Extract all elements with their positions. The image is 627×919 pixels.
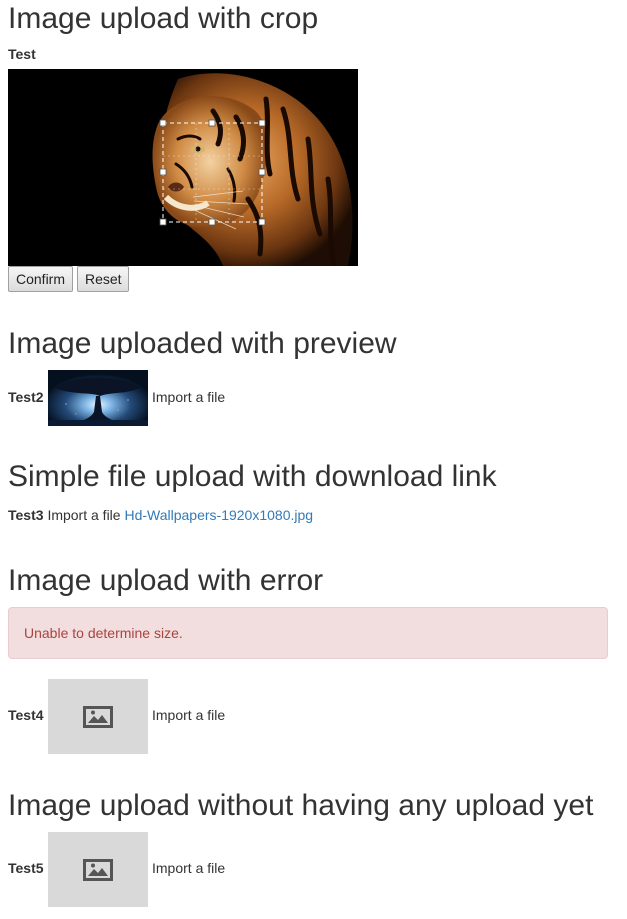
field-label-test4: Test4 <box>8 707 44 723</box>
download-link[interactable]: Hd-Wallpapers-1920x1080.jpg <box>124 507 313 523</box>
section-title-no-upload: Image upload without having any upload y… <box>8 789 594 822</box>
confirm-button[interactable]: Confirm <box>8 266 73 292</box>
image-placeholder-icon <box>83 858 113 881</box>
tiger-photo <box>8 69 358 266</box>
image-placeholder-icon <box>83 705 113 728</box>
image-placeholder-test4[interactable] <box>48 679 148 754</box>
reset-button[interactable]: Reset <box>77 266 129 292</box>
section-title-simple-upload: Simple file upload with download link <box>8 460 497 493</box>
section-title-crop: Image upload with crop <box>8 2 319 35</box>
section-title-error: Image upload with error <box>8 564 324 597</box>
tree-wallpaper-image <box>48 370 148 426</box>
image-placeholder-test5[interactable] <box>48 832 148 907</box>
error-message: Unable to determine size. <box>24 625 183 641</box>
crop-image[interactable] <box>8 69 358 266</box>
field-label-test5: Test5 <box>8 860 44 876</box>
preview-thumbnail[interactable] <box>48 370 148 426</box>
error-alert: Unable to determine size. <box>8 607 608 659</box>
import-file-link-test5[interactable]: Import a file <box>152 860 225 876</box>
file-upload-row-test3: Test3 Import a file Hd-Wallpapers-1920x1… <box>8 507 313 523</box>
field-label-test: Test <box>8 46 36 62</box>
import-file-link-test3[interactable]: Import a file <box>47 507 120 523</box>
section-title-preview: Image uploaded with preview <box>8 327 397 360</box>
field-label-test2: Test2 <box>8 389 44 405</box>
field-label-test3: Test3 <box>8 507 44 523</box>
import-file-link-test4[interactable]: Import a file <box>152 707 225 723</box>
import-file-link-test2[interactable]: Import a file <box>152 389 225 405</box>
